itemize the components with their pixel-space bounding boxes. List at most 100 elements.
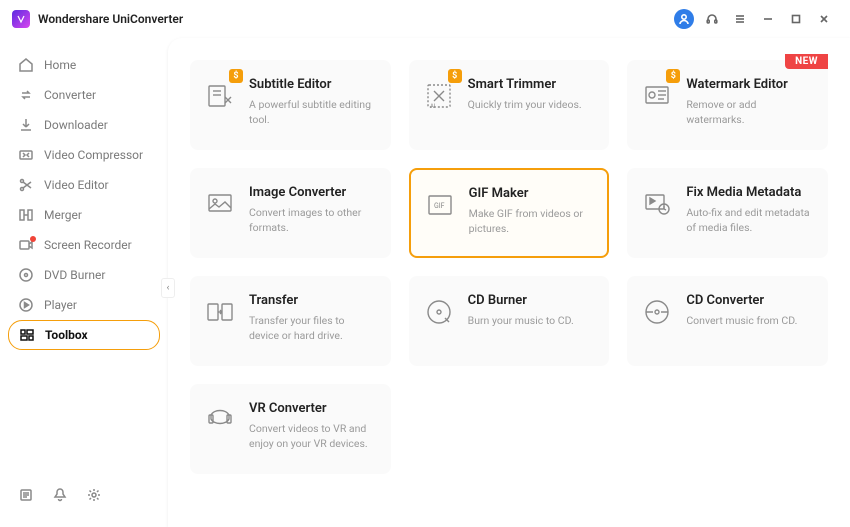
list-icon <box>18 487 34 503</box>
sidebar-item-screen-recorder[interactable]: Screen Recorder <box>8 230 160 260</box>
card-icon <box>205 81 235 111</box>
card-title: Smart Trimmer <box>468 77 582 92</box>
toolbox-card-transfer[interactable]: TransferTransfer your files to device or… <box>190 276 391 366</box>
sidebar-item-label: Screen Recorder <box>44 238 132 252</box>
gear-icon <box>86 487 102 503</box>
card-text: VR ConverterConvert videos to VR and enj… <box>249 401 376 451</box>
toolbox-card-smart-trimmer[interactable]: $ AI Smart Trimmer Quickly trim your videos… <box>409 60 610 150</box>
sidebar-item-label: Converter <box>44 88 96 102</box>
toolbox-card-subtitle-editor[interactable]: $Subtitle EditorA powerful subtitle edit… <box>190 60 391 150</box>
sidebar-item-label: DVD Burner <box>44 268 105 282</box>
card-text: Image Converter Convert images to other f… <box>249 185 376 235</box>
close-button[interactable] <box>810 5 838 33</box>
toolbox-card-cd-burner[interactable]: CD Burner Burn your music to CD. <box>409 276 610 366</box>
card-icon <box>205 189 235 219</box>
toolbox-card-fix-media-metadata[interactable]: Fix Media MetadataAuto-fix and edit meta… <box>627 168 828 258</box>
card-desc: Convert images to other formats. <box>249 205 376 235</box>
sidebar-item-home[interactable]: Home <box>8 50 160 80</box>
scissors-icon <box>18 177 34 193</box>
card-desc: Remove or add watermarks. <box>686 97 813 127</box>
converter-icon <box>18 87 34 103</box>
download-icon <box>18 117 34 133</box>
card-desc: Make GIF from videos or pictures. <box>469 206 594 236</box>
card-icon <box>424 297 454 327</box>
sidebar-item-player[interactable]: Player <box>8 290 160 320</box>
card-title: Image Converter <box>249 185 376 200</box>
close-icon <box>817 12 831 26</box>
card-title: Subtitle Editor <box>249 77 376 92</box>
svg-text:GIF: GIF <box>434 202 445 210</box>
sidebar-item-video-editor[interactable]: Video Editor <box>8 170 160 200</box>
card-text: CD Burner Burn your music to CD. <box>468 293 574 328</box>
toolbox-card-gif-maker[interactable]: GIF GIF Maker Make GIF from videos or pict… <box>409 168 610 258</box>
toolbox-card-watermark-editor[interactable]: $ Watermark Editor Remove or add watermark… <box>627 60 828 150</box>
toolbox-icon <box>19 327 35 343</box>
sidebar-item-label: Video Editor <box>44 178 109 192</box>
toolbox-card-cd-converter[interactable]: CD ConverterConvert music from CD. <box>627 276 828 366</box>
account-button[interactable] <box>670 5 698 33</box>
sidebar-item-toolbox[interactable]: Toolbox <box>8 320 160 350</box>
paid-badge: $ <box>448 69 462 83</box>
card-title: CD Burner <box>468 293 574 308</box>
paid-badge: $ <box>666 69 680 83</box>
sidebar: Home Converter Downloader Video Compress… <box>0 38 168 527</box>
toolbox-grid: $ Subtitle Editor A powerful subtitle edit… <box>190 60 828 474</box>
support-button[interactable] <box>698 5 726 33</box>
content-area: ‹ NEW $ Subtitle Editor A powerful subtitl… <box>168 38 850 527</box>
sidebar-item-converter[interactable]: Converter <box>8 80 160 110</box>
sidebar-item-dvd-burner[interactable]: DVD Burner <box>8 260 160 290</box>
svg-text:AI: AI <box>430 103 436 110</box>
sidebar-item-downloader[interactable]: Downloader <box>8 110 160 140</box>
card-desc: Convert videos to VR and enjoy on your V… <box>249 421 376 451</box>
card-title: CD Converter <box>686 293 797 308</box>
chevron-left-icon: ‹ <box>167 283 170 293</box>
notifications-button[interactable] <box>52 487 68 507</box>
user-icon <box>674 9 694 29</box>
card-title: Watermark Editor <box>686 77 813 92</box>
hamburger-icon <box>733 12 747 26</box>
collapse-sidebar-button[interactable]: ‹ <box>161 278 175 298</box>
maximize-icon <box>789 12 803 26</box>
card-text: Subtitle Editor A powerful subtitle editi… <box>249 77 376 127</box>
home-icon <box>18 57 34 73</box>
card-icon <box>205 405 235 435</box>
toolbox-card-image-converter[interactable]: Image Converter Convert images to other f… <box>190 168 391 258</box>
card-icon: AI <box>424 81 454 111</box>
sidebar-item-label: Toolbox <box>45 328 88 342</box>
card-desc: Quickly trim your videos. <box>468 97 582 112</box>
headset-icon <box>705 12 719 26</box>
card-text: Smart Trimmer Quickly trim your videos. <box>468 77 582 112</box>
card-text: Fix Media MetadataAuto-fix and edit meta… <box>686 185 813 235</box>
bell-icon <box>52 487 68 503</box>
sidebar-item-label: Downloader <box>44 118 108 132</box>
sidebar-footer <box>8 479 160 515</box>
sidebar-item-label: Video Compressor <box>44 148 143 162</box>
settings-button[interactable] <box>86 487 102 507</box>
disc-icon <box>18 267 34 283</box>
sidebar-item-label: Merger <box>44 208 82 222</box>
app-title: Wondershare UniConverter <box>38 12 183 26</box>
card-desc: Burn your music to CD. <box>468 313 574 328</box>
card-icon <box>642 297 672 327</box>
sidebar-item-label: Player <box>44 298 77 312</box>
minimize-button[interactable] <box>754 5 782 33</box>
card-title: Fix Media Metadata <box>686 185 813 200</box>
titlebar: Wondershare UniConverter <box>0 0 850 38</box>
card-desc: Transfer your files to device or hard dr… <box>249 313 376 343</box>
card-text: CD ConverterConvert music from CD. <box>686 293 797 328</box>
card-text: GIF Maker Make GIF from videos or picture… <box>469 186 594 236</box>
new-badge: NEW <box>785 54 828 69</box>
maximize-button[interactable] <box>782 5 810 33</box>
card-icon: GIF <box>425 190 455 220</box>
sidebar-item-video-compressor[interactable]: Video Compressor <box>8 140 160 170</box>
compress-icon <box>18 147 34 163</box>
toolbox-card-vr-converter[interactable]: VR ConverterConvert videos to VR and enj… <box>190 384 391 474</box>
card-text: Watermark Editor Remove or add watermarks… <box>686 77 813 127</box>
menu-button[interactable] <box>726 5 754 33</box>
tasks-button[interactable] <box>18 487 34 507</box>
card-title: GIF Maker <box>469 186 594 201</box>
sidebar-item-label: Home <box>44 58 76 72</box>
sidebar-item-merger[interactable]: Merger <box>8 200 160 230</box>
card-desc: A powerful subtitle editing tool. <box>249 97 376 127</box>
merger-icon <box>18 207 34 223</box>
